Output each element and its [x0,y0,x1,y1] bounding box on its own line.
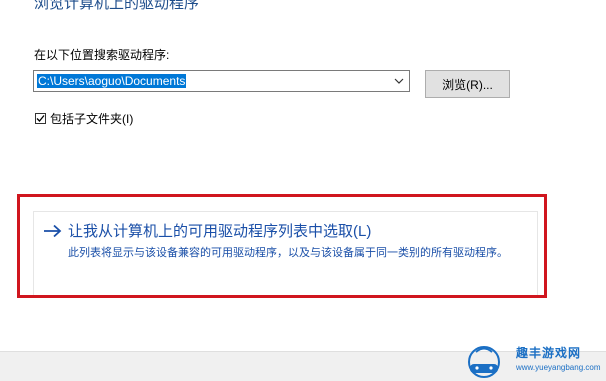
browse-button[interactable]: 浏览(R)... [425,70,510,98]
path-input-value[interactable]: C:\Users\aoguo\Documents [37,74,187,88]
include-subfolders-checkbox[interactable] [35,113,46,124]
include-subfolders-row[interactable]: 包括子文件夹(I) [35,110,133,127]
watermark-logo-icon [468,346,500,378]
checkmark-icon [36,115,45,122]
path-combobox[interactable]: C:\Users\aoguo\Documents [33,70,410,92]
include-subfolders-label[interactable]: 包括子文件夹(I) [50,110,133,127]
page-title: 浏览计算机上的驱动程序 [34,0,200,12]
highlight-frame [17,194,547,298]
watermark-text: 趣丰游戏网 [516,346,582,360]
chevron-down-icon[interactable] [391,72,407,90]
search-location-label: 在以下位置搜索驱动程序: [34,48,170,62]
watermark: 趣丰游戏网 www.yueyangbang.com [460,338,606,381]
watermark-url: www.yueyangbang.com [516,363,601,372]
